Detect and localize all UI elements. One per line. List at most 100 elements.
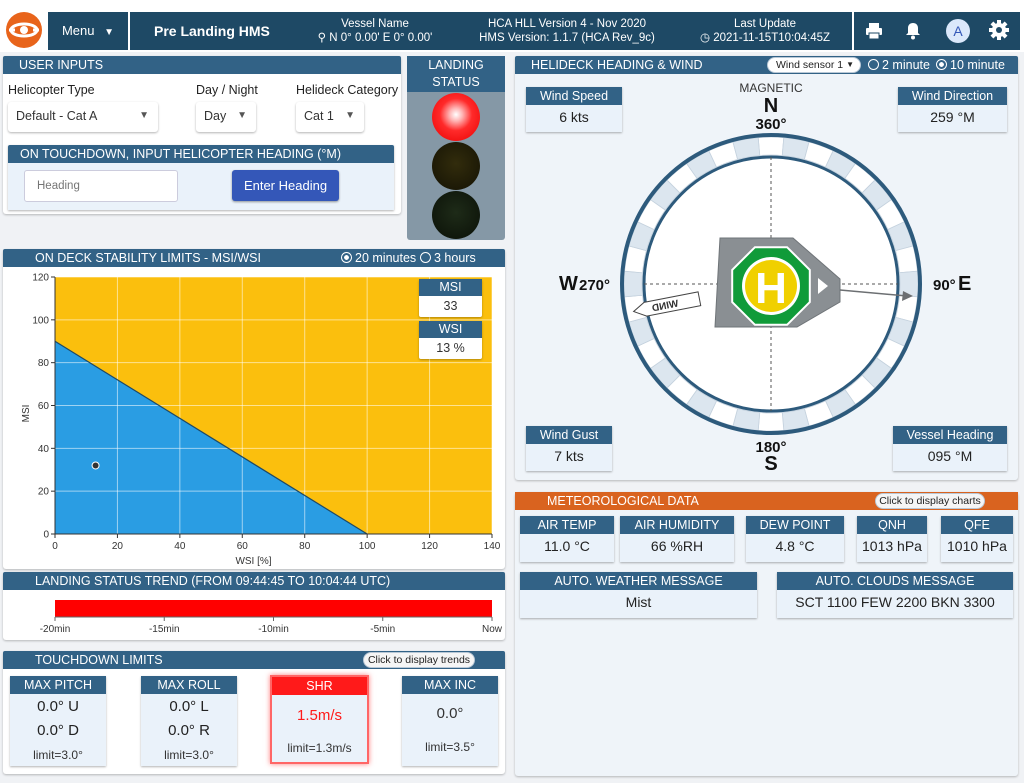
vessel-heading-value: 095 °M <box>927 448 973 464</box>
north-letter: N <box>764 95 778 117</box>
trend-axis: -20min -15min -10min -5min Now <box>40 616 503 635</box>
period-2min-option[interactable]: 2 minute <box>868 56 930 74</box>
print-icon[interactable] <box>864 21 884 41</box>
north-degrees: 360° <box>755 116 786 133</box>
helicopter-type-select[interactable]: Default - Cat A ▼ <box>8 102 158 132</box>
max-pitch-down: 0.0° D <box>37 722 79 739</box>
period-10min-label: 10 minute <box>950 58 1005 72</box>
shr-label: SHR <box>272 677 367 695</box>
max-inc-limit: limit=3.5° <box>425 740 475 754</box>
qfe-card: QFE 1010 hPa <box>941 516 1013 562</box>
max-inc-value: 0.0° <box>436 705 464 722</box>
helideck-title: HELIDECK HEADING & WIND Wind sensor 1 ▼ 2… <box>515 56 1018 74</box>
max-inc-label: MAX INC <box>402 676 498 694</box>
wind-speed-value: 6 kts <box>559 109 589 125</box>
helideck-category-select[interactable]: Cat 1 ▼ <box>296 102 364 132</box>
landing-status-title-line2: STATUS <box>432 75 480 89</box>
period-3h-option[interactable]: 3 hours <box>420 249 476 267</box>
last-update-row: ◷ 2021-11-15T10:04:45Z <box>685 31 845 45</box>
x-tick-label: 120 <box>421 541 438 552</box>
caret-down-icon: ▼ <box>345 110 355 121</box>
user-inputs-title: USER INPUTS <box>3 56 401 74</box>
period-2min-label: 2 minute <box>882 58 930 72</box>
heading-input[interactable] <box>24 170 178 202</box>
air-temp-label: AIR TEMP <box>520 516 614 534</box>
dew-point-value: 4.8 °C <box>775 538 815 554</box>
stability-panel: ON DECK STABILITY LIMITS - MSI/WSI 20 mi… <box>3 249 505 569</box>
y-tick-label: 40 <box>38 444 50 455</box>
current-point <box>91 461 100 470</box>
y-tick-label: 100 <box>32 315 49 326</box>
y-axis-title: MSI <box>21 405 32 423</box>
helicopter-type-value: Default - Cat A <box>16 109 98 123</box>
gear-icon[interactable] <box>988 19 1010 41</box>
location-pin-icon: ⚲ <box>317 32 327 44</box>
max-roll-left: 0.0° L <box>169 698 209 715</box>
south-letter: S <box>764 453 777 475</box>
qfe-value: 1010 hPa <box>947 538 1007 554</box>
wind-speed-card: Wind Speed 6 kts <box>526 87 622 132</box>
max-pitch-up: 0.0° U <box>37 698 79 715</box>
wind-gust-card: Wind Gust 7 kts <box>526 426 612 471</box>
trend-panel: LANDING STATUS TREND (FROM 09:44:45 TO 1… <box>3 572 505 640</box>
wind-gust-value: 7 kts <box>554 448 584 464</box>
status-light-amber <box>432 142 480 190</box>
qnh-value: 1013 hPa <box>862 538 922 554</box>
display-trends-button[interactable]: Click to display trends <box>363 652 475 668</box>
x-tick-label: 0 <box>52 541 58 552</box>
max-inc-card: MAX INC 0.0° limit=3.5° <box>402 676 498 766</box>
status-light-green <box>432 191 480 239</box>
last-update-block: Last Update ◷ 2021-11-15T10:04:45Z <box>685 17 845 45</box>
max-roll-limit: limit=3.0° <box>164 748 214 762</box>
touchdown-limits-title: TOUCHDOWN LIMITS Click to display trends <box>3 651 505 669</box>
max-pitch-card: MAX PITCH 0.0° U 0.0° D limit=3.0° <box>10 676 106 766</box>
compass-ring-segment <box>899 270 919 298</box>
wind-direction-card: Wind Direction 259 °M <box>898 87 1007 132</box>
dew-point-card: DEW POINT 4.8 °C <box>746 516 844 562</box>
day-night-select[interactable]: Day ▼ <box>196 102 256 132</box>
header-actions: A <box>854 12 1020 50</box>
y-tick-label: 60 <box>38 401 50 412</box>
landing-status-title: LANDING STATUS <box>407 56 505 92</box>
period-20min-option[interactable]: 20 minutes <box>341 249 416 267</box>
touchdown-heading-box: ON TOUCHDOWN, INPUT HELICOPTER HEADING (… <box>8 145 394 210</box>
helideck-category-value: Cat 1 <box>304 109 334 123</box>
app-logo <box>5 11 43 49</box>
wind-sensor-select[interactable]: Wind sensor 1 ▼ <box>767 57 861 73</box>
qfe-label: QFE <box>941 516 1013 534</box>
shr-value: 1.5m/s <box>296 707 342 724</box>
trend-tick-label: -20min <box>40 624 71 635</box>
msi-label: MSI <box>419 279 482 296</box>
air-humidity-value: 66 %RH <box>650 538 704 554</box>
touchdown-limits-title-text: TOUCHDOWN LIMITS <box>35 653 163 667</box>
trend-title: LANDING STATUS TREND (FROM 09:44:45 TO 1… <box>3 572 505 590</box>
wind-direction-value: 259 °M <box>930 109 975 125</box>
menu-label: Menu <box>61 23 95 38</box>
radio-unselected-icon <box>868 59 879 70</box>
stability-title-text: ON DECK STABILITY LIMITS - MSI/WSI <box>35 251 261 265</box>
period-10min-option[interactable]: 10 minute <box>936 56 1005 74</box>
west-letter: W <box>559 273 578 295</box>
version-line2: HMS Version: 1.1.7 (HCA Rev_9c) <box>479 32 655 44</box>
landing-status-title-line1: LANDING <box>428 58 484 72</box>
clock-icon: ◷ <box>699 32 711 44</box>
enter-heading-button[interactable]: Enter Heading <box>232 170 339 201</box>
wind-sensor-value: Wind sensor 1 <box>776 59 844 71</box>
trend-tick-label: -10min <box>258 624 289 635</box>
air-temp-value: 11.0 °C <box>544 538 590 554</box>
compass-ring-segment <box>757 412 785 432</box>
trend-tick-label: -5min <box>370 624 395 635</box>
wind-speed-label: Wind Speed <box>526 87 622 105</box>
west-degrees: 270° <box>579 277 610 294</box>
vessel-heading-label: Vessel Heading <box>893 426 1007 444</box>
max-pitch-label: MAX PITCH <box>10 676 106 694</box>
wind-gust-label: Wind Gust <box>526 426 612 444</box>
bell-icon[interactable] <box>903 21 923 41</box>
display-charts-button[interactable]: Click to display charts <box>875 493 985 509</box>
menu-button[interactable]: Menu ▼ <box>48 12 128 50</box>
helideck-category-label: Helideck Category <box>296 83 399 97</box>
avatar[interactable]: A <box>946 19 970 43</box>
version-block: HCA HLL Version 4 - Nov 2020 HMS Version… <box>465 17 669 45</box>
version-line1: HCA HLL Version 4 - Nov 2020 <box>487 18 647 30</box>
max-roll-label: MAX ROLL <box>141 676 237 694</box>
